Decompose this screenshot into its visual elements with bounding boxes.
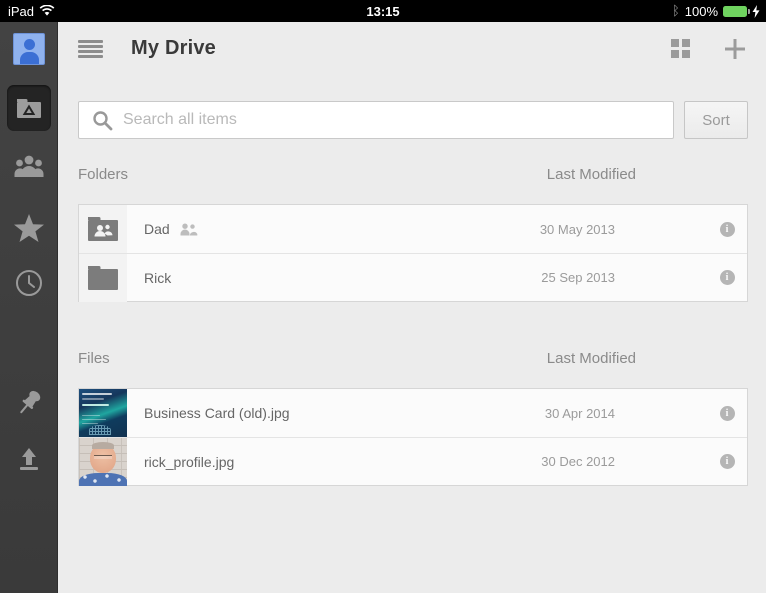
main-content: My Drive Sort Folders: [58, 22, 766, 593]
folder-modified-date: 30 May 2013: [539, 221, 615, 237]
sidebar-item-account[interactable]: [0, 33, 58, 65]
folders-section: Folders Last Modified Dad 30 May 2013 i …: [58, 166, 766, 302]
battery-percent-label: 100%: [684, 3, 718, 19]
search-icon: [93, 111, 113, 131]
files-list: Business Card (old).jpg 30 Apr 2014 i ri…: [78, 388, 748, 486]
drive-folder-icon: [17, 98, 41, 118]
shared-indicator-icon: [180, 223, 197, 235]
pin-icon: [20, 390, 41, 414]
upload-icon: [20, 448, 38, 470]
menu-button[interactable]: [78, 39, 103, 58]
star-icon: [14, 214, 44, 242]
app-header: My Drive: [58, 22, 766, 75]
folders-section-label: Folders: [78, 166, 129, 183]
clock-icon: [16, 270, 42, 296]
folder-name: Dad: [144, 221, 170, 237]
google-drive-app: iPad 13:15 ᛒ 100% My Drive Search all it…: [0, 0, 766, 593]
search-input[interactable]: [123, 102, 667, 138]
sidebar-item-my-drive[interactable]: [0, 85, 58, 131]
folders-list: Dad 30 May 2013 i Rick 25 Sep 2013 i: [78, 204, 748, 302]
search-toolbar: Sort: [58, 75, 766, 139]
sidebar-item-starred[interactable]: [0, 213, 58, 243]
info-button[interactable]: i: [719, 270, 735, 285]
files-section: Files Last Modified Business Card (old).…: [58, 350, 766, 486]
sort-button[interactable]: Sort: [684, 101, 748, 139]
file-thumbnail-business-card: [79, 389, 127, 437]
info-button[interactable]: i: [719, 454, 735, 469]
folder-modified-date: 25 Sep 2013: [541, 270, 615, 285]
last-modified-header: Last Modified: [546, 350, 636, 367]
page-title: My Drive: [131, 37, 216, 59]
info-button[interactable]: i: [719, 221, 735, 237]
file-name: Business Card (old).jpg: [144, 405, 290, 421]
shared-folder-icon: [88, 217, 118, 241]
folder-name: Rick: [144, 269, 172, 286]
charging-bolt-icon: [752, 4, 760, 18]
navigation-sidebar: [0, 22, 58, 593]
file-row-business-card[interactable]: Business Card (old).jpg 30 Apr 2014 i: [79, 389, 747, 437]
add-button[interactable]: [724, 38, 746, 60]
file-modified-date: 30 Apr 2014: [544, 405, 615, 421]
bluetooth-icon: ᛒ: [671, 3, 680, 19]
folder-icon: [88, 265, 118, 290]
last-modified-header: Last Modified: [546, 166, 636, 183]
search-box[interactable]: [78, 101, 674, 139]
files-section-label: Files: [78, 350, 110, 367]
ios-status-bar: iPad 13:15 ᛒ 100%: [0, 0, 766, 22]
sidebar-item-recent[interactable]: [0, 269, 58, 297]
sidebar-item-upload[interactable]: [0, 446, 58, 472]
sidebar-item-pinned[interactable]: [0, 388, 58, 418]
file-thumbnail-portrait: [79, 437, 127, 486]
folder-row-rick[interactable]: Rick 25 Sep 2013 i: [79, 253, 747, 302]
grid-view-button[interactable]: [671, 39, 690, 58]
folder-row-dad[interactable]: Dad 30 May 2013 i: [79, 205, 747, 253]
sidebar-item-shared[interactable]: [0, 154, 58, 180]
file-modified-date: 30 Dec 2012: [541, 454, 615, 469]
file-name: rick_profile.jpg: [144, 453, 235, 470]
battery-icon: [723, 5, 750, 17]
file-row-rick-profile[interactable]: rick_profile.jpg 30 Dec 2012 i: [79, 437, 747, 486]
info-button[interactable]: i: [719, 405, 735, 421]
clock-label: 13:15: [366, 4, 400, 19]
shared-people-icon: [14, 155, 44, 177]
account-avatar-icon: [13, 33, 45, 65]
